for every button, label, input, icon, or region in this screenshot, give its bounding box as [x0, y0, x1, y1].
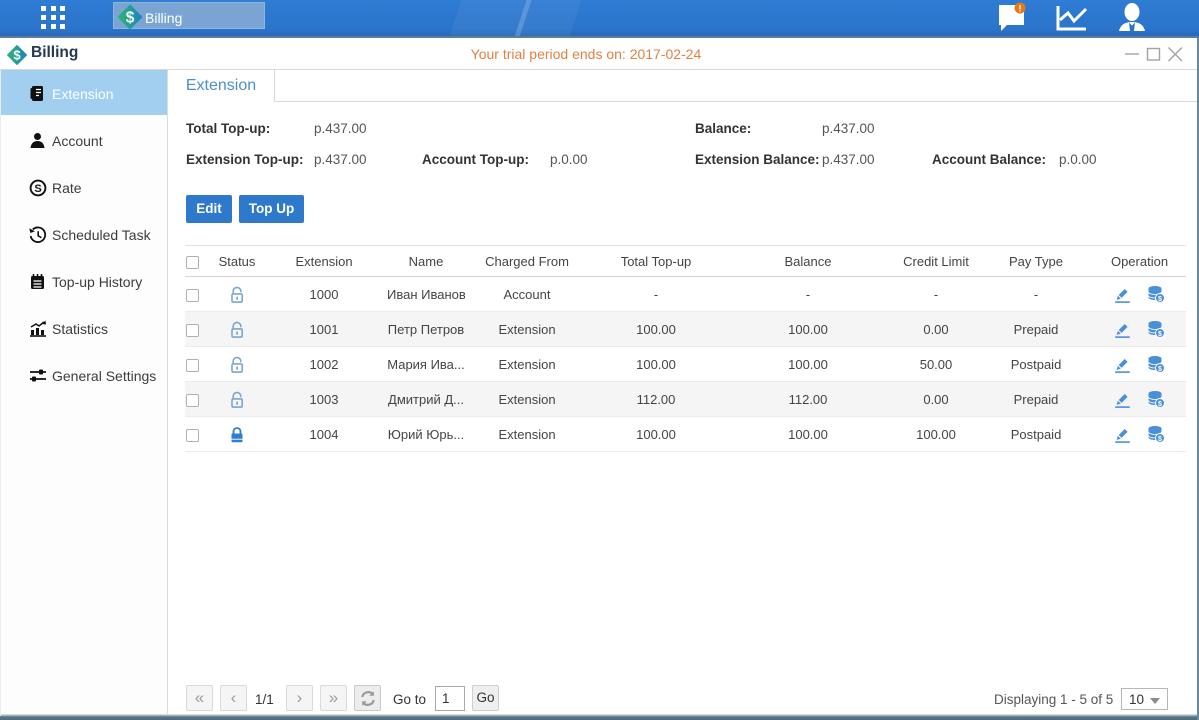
svg-text:$: $: [1158, 366, 1162, 373]
svg-text:$: $: [1158, 296, 1162, 303]
svg-text:$: $: [1158, 331, 1162, 338]
svg-text:$: $: [1158, 436, 1162, 443]
svg-text:!: !: [1019, 4, 1022, 14]
svg-text:$: $: [126, 10, 135, 27]
svg-text:S: S: [34, 183, 41, 195]
svg-text:$: $: [1158, 401, 1162, 408]
